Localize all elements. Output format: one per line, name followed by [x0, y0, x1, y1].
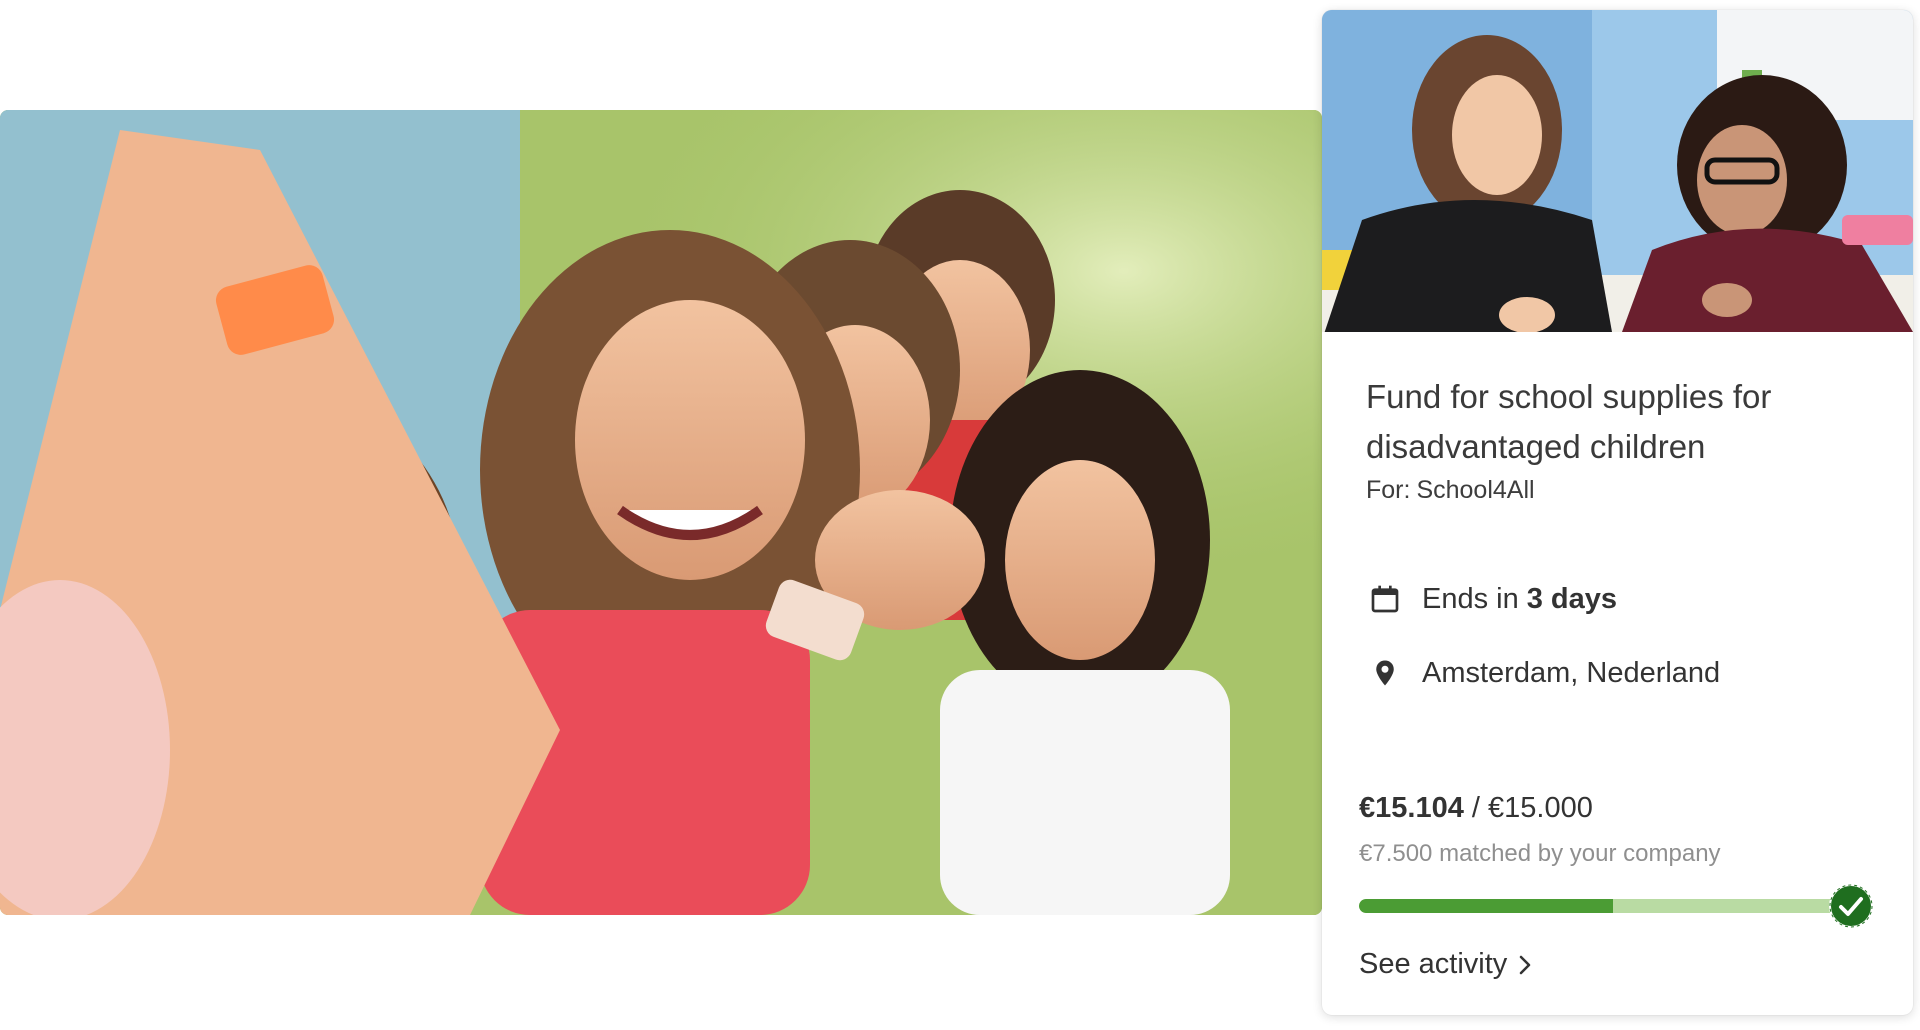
funding-amount: €15.104 / €15.000	[1359, 792, 1593, 825]
see-activity-label: See activity	[1359, 948, 1508, 980]
campaign-title: Fund for school supplies for disadvantag…	[1366, 378, 1772, 465]
deadline-prefix: Ends in	[1422, 582, 1519, 615]
hero-photo	[0, 110, 1322, 915]
map-pin-icon	[1368, 656, 1402, 690]
organization-prefix: For:	[1366, 476, 1411, 504]
campaign-organization: For: School4All	[1366, 476, 1535, 505]
calendar-icon	[1368, 582, 1402, 616]
chevron-right-icon	[1520, 955, 1531, 974]
organization-name: School4All	[1416, 476, 1535, 504]
deadline-value: 3 days	[1526, 582, 1618, 615]
campaign-card[interactable]: Fund for school supplies for disadvantag…	[1322, 10, 1913, 1015]
amount-separator: /	[1471, 792, 1480, 824]
campaign-showcase: Fund for school supplies for disadvantag…	[0, 0, 1920, 1030]
location-text: Amsterdam, Nederland	[1422, 656, 1721, 689]
campaign-deadline: Ends in 3 days	[1368, 582, 1617, 616]
campaign-photo	[1322, 10, 1913, 332]
company-match-text: €7.500 matched by your company	[1359, 840, 1721, 867]
campaign-location: Amsterdam, Nederland	[1368, 656, 1720, 690]
progress-matched-fill	[1359, 899, 1613, 913]
campaign-photo-illustration	[1322, 10, 1913, 332]
checkmark-icon	[1829, 884, 1873, 928]
see-activity-link[interactable]: See activity	[1359, 948, 1533, 981]
hero-photo-illustration	[0, 110, 1322, 915]
amount-goal: €15.000	[1488, 792, 1593, 824]
funding-progress-bar	[1359, 899, 1867, 913]
amount-raised: €15.104	[1359, 792, 1464, 824]
